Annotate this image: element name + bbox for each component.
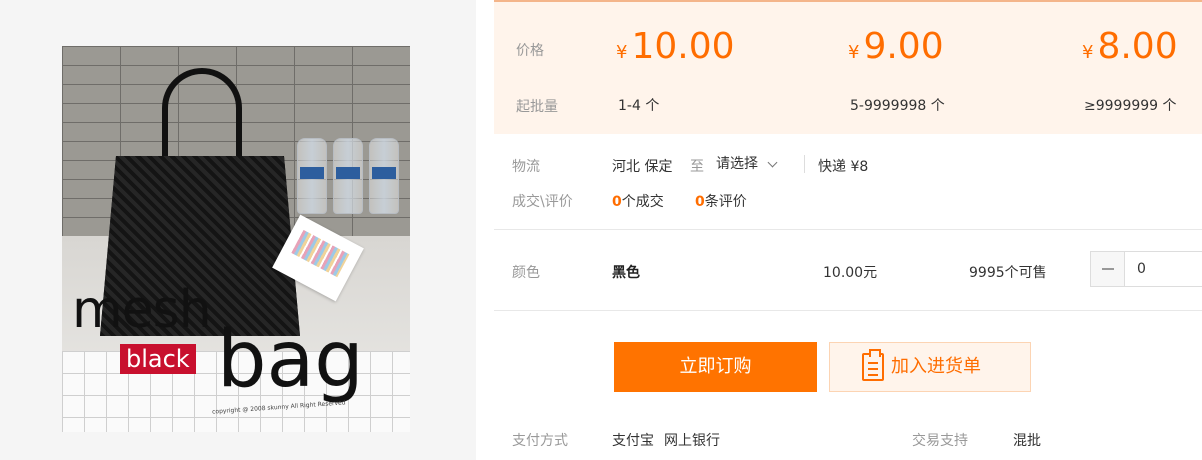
ship-to-text: 至 xyxy=(690,159,704,175)
payment-method: 网上银行 xyxy=(664,433,720,449)
tier-price-value: 9.00 xyxy=(863,26,944,67)
clipboard-icon xyxy=(862,349,884,381)
tier-price-1: ¥10.00 xyxy=(616,26,735,67)
review-count-number: 0 xyxy=(695,194,705,210)
chevron-down-icon xyxy=(767,157,778,168)
quantity-stepper xyxy=(1090,251,1202,287)
review-count-suffix: 条评价 xyxy=(704,194,747,210)
glass-bottles xyxy=(295,138,405,218)
destination-select[interactable]: 请选择 xyxy=(716,150,780,178)
divider xyxy=(494,310,1202,311)
batch-label: 起批量 xyxy=(516,99,558,115)
currency-symbol: ¥ xyxy=(616,42,628,63)
tier-price-value: 8.00 xyxy=(1097,26,1178,67)
sku-stock: 9995个可售 xyxy=(969,265,1047,281)
ship-from: 河北 保定 xyxy=(612,159,673,175)
sku-color: 黑色 xyxy=(612,265,640,281)
tier-price-value: 10.00 xyxy=(631,26,735,67)
tier-qty-3: ≥9999999 个 xyxy=(1084,98,1177,114)
tier-qty-2: 5-9999998 个 xyxy=(850,98,945,114)
tier-price-2: ¥9.00 xyxy=(848,26,944,67)
tier-qty-1: 1-4 个 xyxy=(618,98,660,114)
payment-label: 支付方式 xyxy=(512,433,568,449)
image-text-black: black xyxy=(120,344,196,374)
sku-unit-price: 10.00元 xyxy=(823,265,878,281)
express-fee: 快递 ¥8 xyxy=(818,159,869,175)
product-photo[interactable]: mesh black bag copyright @ 2008 skunny A… xyxy=(62,46,410,432)
product-image-panel: mesh black bag copyright @ 2008 skunny A… xyxy=(0,0,476,460)
destination-select-label: 请选择 xyxy=(716,156,758,172)
quantity-input[interactable] xyxy=(1126,252,1202,286)
tier-price-3: ¥8.00 xyxy=(1082,26,1178,67)
trade-support-label: 交易支持 xyxy=(912,433,968,449)
deal-count-suffix: 个成交 xyxy=(621,194,664,210)
payment-methods: 支付宝 网上银行 xyxy=(612,430,720,450)
review-count[interactable]: 0条评价 xyxy=(695,191,747,211)
add-to-cart-label: 加入进货单 xyxy=(891,356,981,377)
currency-symbol: ¥ xyxy=(848,42,860,63)
image-text-mesh: mesh xyxy=(72,280,212,340)
payment-method: 支付宝 xyxy=(612,433,654,449)
price-box: 价格 起批量 ¥10.00 1-4 个 ¥9.00 5-9999998 个 ¥8… xyxy=(494,0,1202,134)
logistics-label: 物流 xyxy=(512,159,540,175)
add-to-cart-button[interactable]: 加入进货单 xyxy=(829,342,1031,392)
trade-support-value: 混批 xyxy=(1013,433,1041,449)
minus-button[interactable] xyxy=(1091,252,1125,286)
deals-label: 成交\评价 xyxy=(512,194,573,210)
buy-now-button[interactable]: 立即订购 xyxy=(614,342,817,392)
price-label: 价格 xyxy=(516,43,544,59)
divider xyxy=(804,155,805,173)
color-label: 颜色 xyxy=(512,265,540,281)
currency-symbol: ¥ xyxy=(1082,42,1094,63)
image-text-bag: bag xyxy=(217,315,364,405)
deal-count[interactable]: 0个成交 xyxy=(612,191,664,211)
divider xyxy=(494,229,1202,230)
deal-count-number: 0 xyxy=(612,194,622,210)
